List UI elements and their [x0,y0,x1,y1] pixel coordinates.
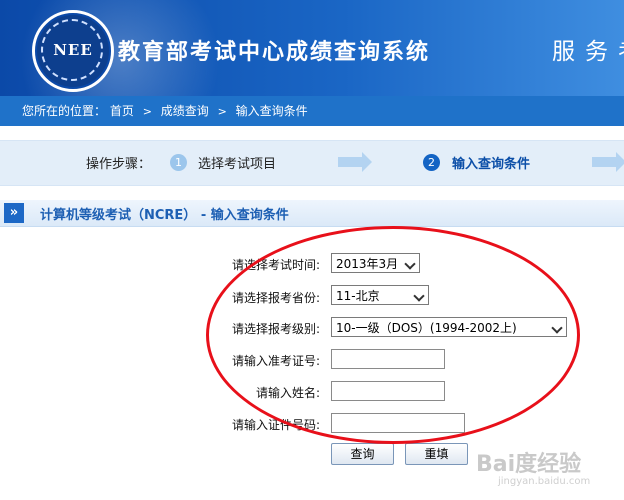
step-2-number: 2 [423,154,440,171]
step-1-number: 1 [170,154,187,171]
id-number-input[interactable] [331,413,465,433]
query-button[interactable]: 查询 [331,443,394,465]
baidu-watermark: Bai度经验 [476,452,582,477]
chevron-down-icon [402,254,419,272]
step-2-text: 输入查询条件 [452,157,531,172]
step-arrow-icon [592,152,624,172]
exam-time-label: 请选择考试时间: [232,258,321,272]
name-input[interactable] [331,381,445,401]
chevron-down-icon [549,318,566,336]
header-banner: NEE 教育部考试中心成绩查询系统 服务考 [0,0,624,96]
breadcrumb-score-query[interactable]: 成绩查询 [161,96,209,126]
header-slogan: 服务考 [552,39,624,65]
exam-time-select[interactable]: 2013年3月 [331,253,420,273]
breadcrumb: 您所在的位置： 首页 > 成绩查询 > 输入查询条件 [0,96,624,126]
step-arrow-icon [338,152,372,172]
chevron-down-icon [411,286,428,304]
ticket-number-label: 请输入准考证号: [232,354,321,368]
logo-text: NEE [53,41,93,59]
step-1-text: 选择考试项目 [198,157,277,172]
breadcrumb-separator: > [217,105,227,118]
province-select[interactable]: 11-北京 [331,285,429,305]
reset-button[interactable]: 重填 [405,443,468,465]
breadcrumb-lead: 您所在的位置： [22,104,107,118]
exam-time-value: 2013年3月 [336,257,399,271]
double-chevron-icon: » [4,203,24,223]
breadcrumb-separator: > [142,105,152,118]
steps-label: 操作步骤： [86,157,152,172]
baidu-watermark-url: jingyan.baidu.com [498,476,591,487]
level-value: 10-一级（DOS）(1994-2002上) [336,321,517,335]
breadcrumb-current: 输入查询条件 [235,104,308,118]
section-title: 计算机等级考试（NCRE） - 输入查询条件 [40,208,289,223]
nee-logo: NEE [32,10,114,92]
province-label: 请选择报考省份: [232,291,321,305]
level-label: 请选择报考级别: [232,322,321,336]
level-select[interactable]: 10-一级（DOS）(1994-2002上) [331,317,567,337]
steps-bar: 操作步骤： 1 选择考试项目 2 输入查询条件 [0,140,624,186]
province-value: 11-北京 [336,289,380,303]
breadcrumb-home[interactable]: 首页 [110,96,134,126]
name-label: 请输入姓名: [256,386,321,400]
section-header: » 计算机等级考试（NCRE） - 输入查询条件 [0,200,624,227]
site-title: 教育部考试中心成绩查询系统 [118,40,431,65]
id-number-label: 请输入证件号码: [232,418,321,432]
ticket-number-input[interactable] [331,349,445,369]
